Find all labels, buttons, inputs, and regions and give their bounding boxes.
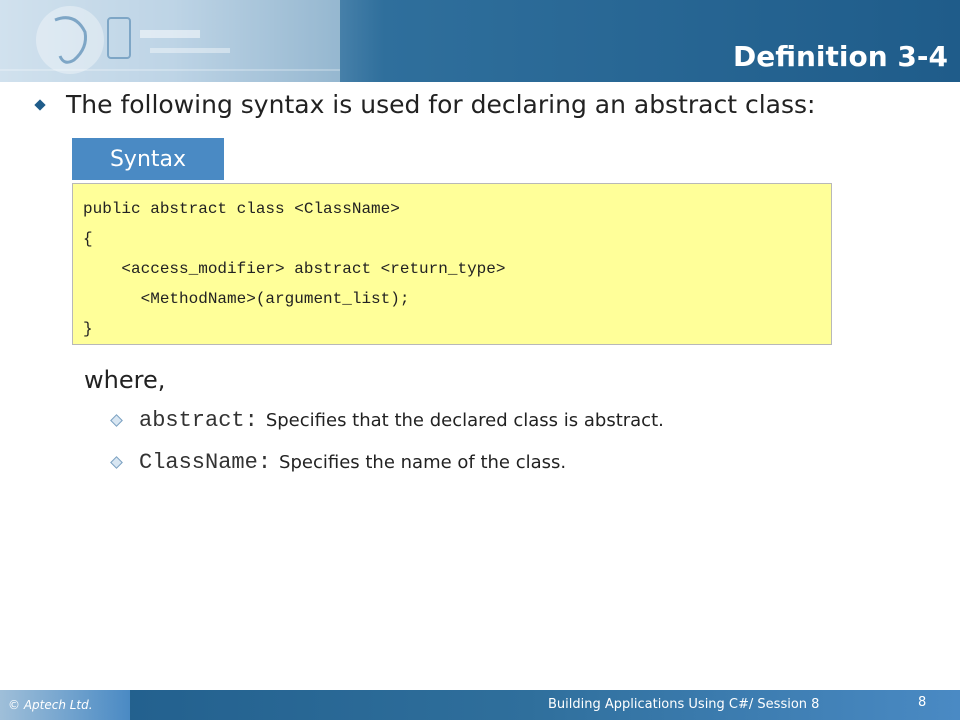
syntax-tab-label: Syntax [109,146,187,172]
definition-item: ClassName: Specifies the name of the cla… [110,450,567,475]
sub-bullet-icon [110,456,123,469]
code-line: public abstract class <ClassName> [83,200,400,218]
slide-footer: © Aptech Ltd. Building Applications Usin… [0,690,960,720]
definition-item: abstract: Specifies that the declared cl… [110,408,664,433]
definition-term: abstract: [139,408,258,433]
bullet-diamond-icon [34,98,46,111]
copyright-text: © Aptech Ltd. [8,698,93,712]
code-line: <access_modifier> abstract <return_type> [83,260,506,278]
syntax-tab: Syntax [72,138,224,180]
intro-bullet: The following syntax is used for declari… [34,90,936,119]
definition-term: ClassName: [139,450,272,475]
code-line: } [83,320,93,338]
definition-description: Specifies that the declared class is abs… [265,410,664,431]
page-number: 8 [918,695,927,710]
course-session-text: Building Applications Using C#/ Session … [548,697,820,712]
code-line: <MethodName>(argument_list); [83,290,410,308]
code-line: { [83,230,93,248]
header-decoration-icon [0,0,340,82]
slide-header: Definition 3-4 [0,0,960,82]
syntax-code-block: public abstract class <ClassName> { <acc… [72,183,832,345]
sub-bullet-icon [110,414,123,427]
intro-text: The following syntax is used for declari… [66,90,816,119]
slide-title: Definition 3-4 [732,40,948,73]
definition-description: Specifies the name of the class. [279,452,567,473]
where-label: where, [84,366,166,394]
